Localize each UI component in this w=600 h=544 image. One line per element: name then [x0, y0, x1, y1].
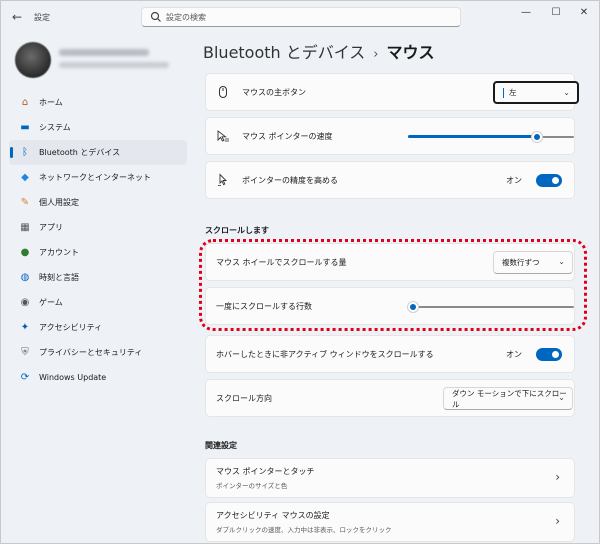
page-title: マウス	[386, 43, 435, 62]
gaming-icon: ◉	[20, 297, 30, 308]
time-language-icon: ◍	[20, 272, 30, 283]
pointer-speed-icon	[217, 130, 229, 142]
scroll-direction-dropdown[interactable]: ダウン モーションで下にスクロール ⌄	[443, 387, 573, 410]
primary-button-dropdown[interactable]: 左 ⌄	[493, 81, 579, 104]
pointer-speed-label: マウス ポインターの速度	[242, 132, 333, 141]
sidebar-item-label: アクセシビリティ	[39, 323, 103, 332]
chevron-down-icon: ⌄	[558, 393, 565, 402]
sidebar: ⌂ ホーム ▬ システム ᛒ Bluetooth とデバイス ◆ ネットワークとインターネット…	[1, 35, 191, 543]
sidebar-nav: ⌂ ホーム ▬ システム ᛒ Bluetooth とデバイス ◆ ネットワークとインターネット…	[9, 90, 187, 390]
breadcrumb-parent[interactable]: Bluetooth とデバイス	[203, 43, 365, 62]
network-icon: ◆	[21, 172, 29, 183]
enhance-precision-toggle[interactable]	[536, 174, 562, 187]
sidebar-item-personalization[interactable]: ✎ 個人用設定	[9, 190, 187, 215]
user-profile[interactable]	[13, 40, 188, 80]
sidebar-item-windows-update[interactable]: ⟳ Windows Update	[9, 365, 187, 390]
main-content: Bluetooth とデバイス › マウス マウスの主ボタン 左 ⌄ マウス ポイン…	[191, 35, 599, 543]
sidebar-item-system[interactable]: ▬ システム	[9, 115, 187, 140]
bluetooth-icon: ᛒ	[22, 147, 28, 158]
related-title: マウス ポインターとタッチ	[216, 467, 315, 476]
search-input[interactable]	[166, 10, 446, 24]
related-subtitle: ダブルクリックの速度、入力中は非表示、ロックをクリック	[216, 526, 392, 534]
inactive-scroll-setting: ホバーしたときに非アクティブ ウィンドウをスクロールする オン	[205, 335, 575, 373]
related-pointer-touch[interactable]: マウス ポインターとタッチ ポインターのサイズと色 ›	[205, 458, 575, 498]
sidebar-item-gaming[interactable]: ◉ ゲーム	[9, 290, 187, 315]
breadcrumb: Bluetooth とデバイス › マウス	[203, 39, 435, 63]
sidebar-item-label: ネットワークとインターネット	[39, 173, 151, 182]
primary-button-value: 左	[509, 88, 517, 97]
apps-icon: ▦	[20, 222, 30, 233]
slider-thumb[interactable]	[531, 131, 543, 143]
chevron-down-icon: ⌄	[563, 88, 570, 97]
search-icon	[150, 11, 161, 22]
precision-icon	[218, 173, 228, 186]
inactive-scroll-state: オン	[506, 350, 522, 359]
inactive-scroll-label: ホバーしたときに非アクティブ ウィンドウをスクロールする	[216, 350, 434, 359]
pointer-speed-setting: マウス ポインターの速度	[205, 117, 575, 155]
sidebar-item-label: Windows Update	[39, 373, 107, 382]
maximize-button[interactable]: ☐	[543, 5, 569, 21]
windows-update-icon: ⟳	[20, 372, 30, 383]
title-bar: ← 設定 — ☐ ✕	[1, 1, 599, 35]
system-icon: ▬	[20, 122, 30, 133]
sidebar-item-shield[interactable]: ⛨ プライバシーとセキュリティ	[9, 340, 187, 365]
scroll-direction-label: スクロール方向	[216, 394, 272, 403]
home-icon: ⌂	[21, 97, 29, 108]
sidebar-item-accessibility[interactable]: ✦ アクセシビリティ	[9, 315, 187, 340]
focus-caret	[503, 87, 504, 98]
related-section-header: 関連設定	[205, 441, 237, 450]
app-title: 設定	[34, 13, 50, 22]
scroll-direction-setting: スクロール方向 ダウン モーションで下にスクロール ⌄	[205, 379, 575, 417]
sidebar-item-bluetooth[interactable]: ᛒ Bluetooth とデバイス	[9, 140, 187, 165]
accessibility-icon: ✦	[20, 322, 30, 333]
related-title: アクセシビリティ マウスの設定	[216, 511, 330, 520]
related-accessibility-mouse[interactable]: アクセシビリティ マウスの設定 ダブルクリックの速度、入力中は非表示、ロックをク…	[205, 502, 575, 542]
sidebar-item-network[interactable]: ◆ ネットワークとインターネット	[9, 165, 187, 190]
sidebar-item-label: アカウント	[39, 248, 79, 257]
sidebar-item-home[interactable]: ⌂ ホーム	[9, 90, 187, 115]
sidebar-item-label: Bluetooth とデバイス	[39, 148, 121, 157]
red-dotted-highlight	[199, 239, 587, 331]
pointer-speed-slider[interactable]	[408, 130, 574, 144]
primary-button-setting: マウスの主ボタン 左 ⌄	[205, 73, 579, 111]
sidebar-item-time-language[interactable]: ◍ 時刻と言語	[9, 265, 187, 290]
chevron-right-icon: ›	[555, 514, 560, 528]
sidebar-item-label: アプリ	[39, 223, 63, 232]
search-box[interactable]	[141, 7, 461, 27]
sidebar-item-label: 個人用設定	[39, 198, 79, 207]
mouse-icon	[219, 86, 227, 98]
sidebar-item-label: 時刻と言語	[39, 273, 79, 282]
minimize-button[interactable]: —	[513, 5, 539, 21]
sidebar-item-apps[interactable]: ▦ アプリ	[9, 215, 187, 240]
enhance-precision-label: ポインターの精度を高める	[242, 176, 338, 185]
slider-fill	[408, 135, 537, 138]
profile-email-blurred	[59, 62, 169, 68]
scroll-direction-value: ダウン モーションで下にスクロール	[452, 388, 567, 409]
sidebar-item-label: システム	[39, 123, 71, 132]
close-button[interactable]: ✕	[571, 5, 597, 21]
sidebar-item-account[interactable]: ● アカウント	[9, 240, 187, 265]
breadcrumb-separator: ›	[373, 47, 379, 62]
settings-window: ← 設定 — ☐ ✕ ⌂ ホーム ▬ システム ᛒ Bluetooth とデバイス ◆ ネット…	[0, 0, 600, 544]
account-icon: ●	[20, 247, 30, 258]
shield-icon: ⛨	[21, 347, 29, 358]
inactive-scroll-toggle[interactable]	[536, 348, 562, 361]
primary-button-label: マウスの主ボタン	[242, 88, 306, 97]
sidebar-item-label: ゲーム	[39, 298, 63, 307]
personalization-icon: ✎	[20, 197, 30, 208]
enhance-precision-setting: ポインターの精度を高める オン	[205, 161, 575, 199]
chevron-right-icon: ›	[555, 470, 560, 484]
profile-name-blurred	[59, 49, 149, 56]
related-subtitle: ポインターのサイズと色	[216, 482, 288, 490]
sidebar-item-label: プライバシーとセキュリティ	[39, 348, 143, 357]
avatar	[15, 42, 51, 78]
back-arrow-icon[interactable]: ←	[9, 9, 25, 25]
sidebar-item-label: ホーム	[39, 98, 63, 107]
enhance-precision-state: オン	[506, 176, 522, 185]
scroll-section-header: スクロールします	[205, 226, 269, 235]
